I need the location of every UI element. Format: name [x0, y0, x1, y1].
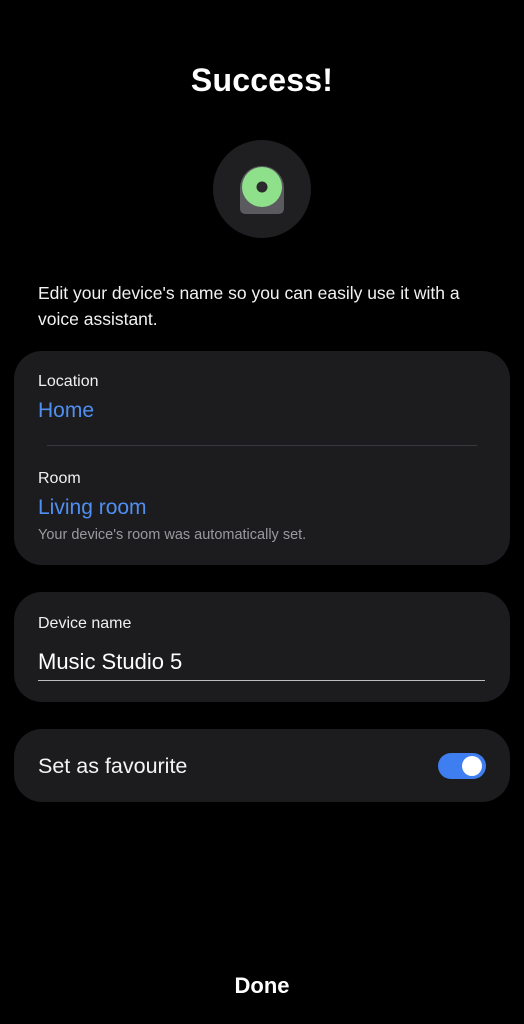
favourite-toggle[interactable] — [438, 753, 486, 779]
room-hint: Your device's room was automatically set… — [38, 527, 307, 543]
device-badge — [213, 140, 311, 238]
card-divider — [47, 445, 477, 446]
location-room-card: Location Home Room Living room Your devi… — [14, 351, 510, 565]
page-title: Success! — [190, 62, 334, 98]
toggle-knob — [462, 756, 482, 776]
device-name-label: Device name — [38, 615, 132, 632]
location-label: Location — [38, 373, 99, 390]
favourite-card[interactable]: Set as favourite — [14, 729, 510, 802]
favourite-label: Set as favourite — [38, 754, 188, 778]
intro-text: Edit your device's name so you can easil… — [38, 283, 460, 329]
speaker-device-icon — [240, 166, 284, 214]
done-button[interactable]: Done — [0, 972, 524, 1000]
room-selector[interactable]: Living room — [38, 496, 147, 520]
device-name-input[interactable] — [38, 644, 485, 681]
location-selector[interactable]: Home — [38, 399, 94, 423]
device-name-card: Device name — [14, 592, 510, 702]
room-label: Room — [38, 470, 81, 487]
